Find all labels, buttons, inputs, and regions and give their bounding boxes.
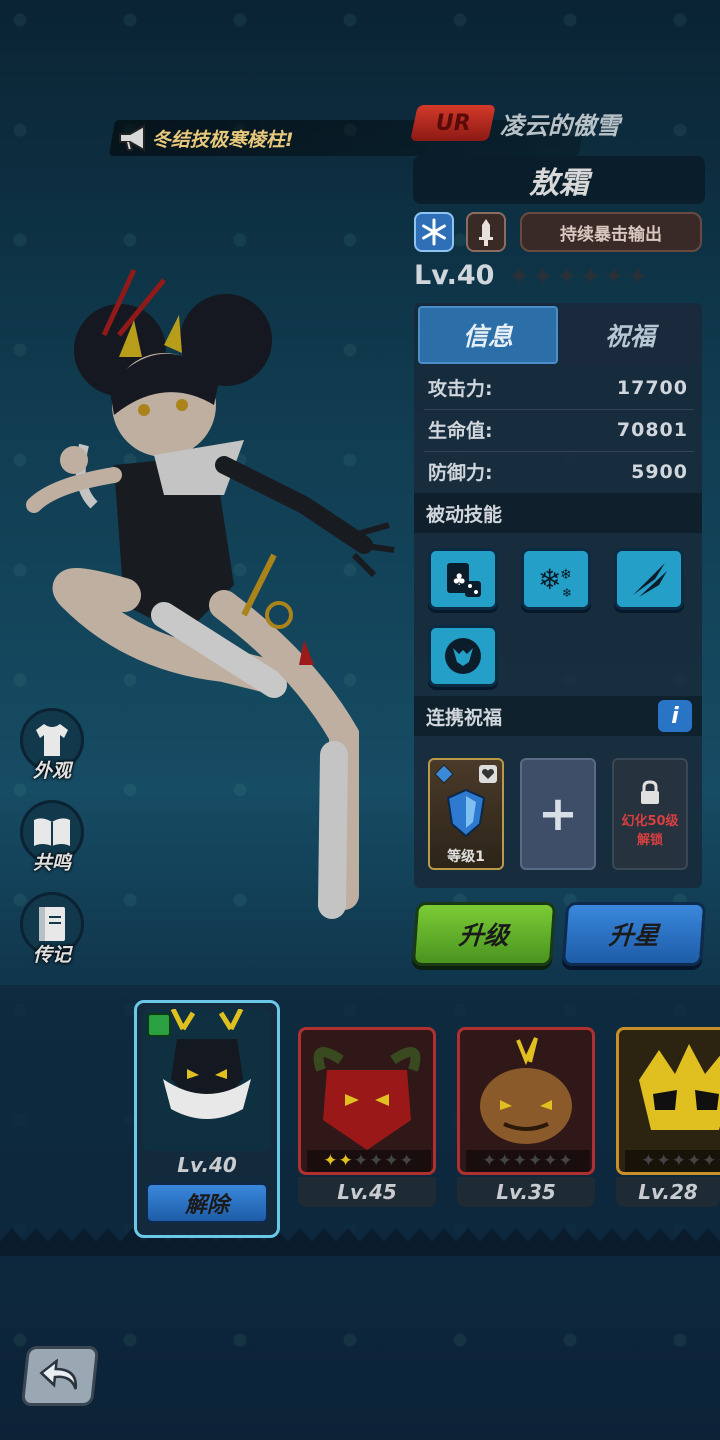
pet-level: Lv.35 — [457, 1177, 595, 1207]
card-dice-icon[interactable]: ♣ — [428, 548, 498, 610]
tab-bless[interactable]: 祝福 — [560, 306, 700, 364]
hero-name: 敖霜 — [529, 166, 589, 201]
pet-card[interactable]: ✦✦✦✦✦✦ Lv.35 — [457, 1027, 595, 1207]
stat-label: 攻击力: — [428, 378, 493, 400]
bless-slot-locked[interactable]: 幻化50级 解锁 — [612, 758, 688, 870]
rarity-badge: UR — [410, 105, 496, 141]
pet-portrait: ✦✦✦✦✦✦ — [457, 1027, 595, 1175]
stat-row-attack: 攻击力: 17700 — [414, 367, 702, 408]
bless-slot-add[interactable]: + — [520, 758, 596, 870]
heart-badge-icon — [479, 765, 497, 783]
book-icon — [34, 818, 70, 846]
pet-card[interactable]: ✦✦✦✦✦✦ Lv.28 — [616, 1027, 720, 1207]
svg-text:❄: ❄ — [538, 563, 561, 596]
unlock-label: 解锁 — [636, 833, 663, 848]
pet-star-rating: ✦✦✦✦✦✦ — [466, 1150, 590, 1172]
snowflakes-icon[interactable]: ❄ ❄ ❄ — [521, 548, 591, 610]
role-tag[interactable]: 持续暴击输出 — [520, 212, 702, 252]
resonance-label: 共鸣 — [32, 852, 71, 874]
back-button[interactable] — [20, 1346, 100, 1406]
info-icon[interactable]: i — [658, 700, 692, 732]
stat-value: 5900 — [631, 460, 688, 483]
snowflake-icon[interactable] — [414, 212, 454, 252]
svg-text:❄: ❄ — [562, 586, 572, 600]
stat-label: 防御力: — [428, 462, 493, 484]
biography-button[interactable]: 传记 — [18, 892, 86, 967]
pet-star-rating: ✦✦✦✦✦✦ — [307, 1150, 431, 1172]
biography-label: 传记 — [32, 944, 71, 966]
rarity-label: UR — [435, 110, 471, 136]
dragon-emblem-icon[interactable] — [428, 625, 498, 687]
shirt-icon — [36, 724, 68, 756]
upstar-button[interactable]: 升星 — [561, 902, 707, 966]
pet-card[interactable]: ✦✦✦✦✦✦ Lv.45 — [298, 1027, 436, 1207]
pet-level: Lv.28 — [616, 1177, 720, 1207]
megaphone-icon — [119, 124, 145, 152]
pet-portrait: ✦✦✦✦✦✦ — [298, 1027, 436, 1175]
stat-label: 生命值: — [428, 420, 493, 442]
pet-portrait: ✦✦✦✦✦✦ — [616, 1027, 720, 1175]
hero-name-box: 敖霜 — [413, 156, 705, 204]
svg-text:♣: ♣ — [452, 570, 466, 589]
pet-level: Lv.40 — [177, 1153, 237, 1177]
pet-level: Lv.45 — [298, 1177, 436, 1207]
bless-slot-equipped[interactable]: 等级1 — [428, 758, 504, 870]
passive-skills-header: 被动技能 — [414, 493, 702, 533]
back-arrow-icon — [39, 1359, 78, 1390]
resonance-button[interactable]: 共鸣 — [18, 800, 86, 875]
bless-slot-level: 等级1 — [447, 849, 485, 865]
appearance-label: 外观 — [32, 760, 71, 782]
remove-button[interactable]: 解除 — [146, 1183, 268, 1223]
strip-border — [0, 1228, 720, 1256]
stat-row-hp: 生命值: 70801 — [414, 409, 702, 450]
svg-text:❄: ❄ — [560, 567, 572, 583]
info-panel: 信息 祝福 攻击力: 17700 生命值: 70801 防御力: 5900 被动… — [414, 303, 702, 888]
claw-slash-icon[interactable] — [614, 548, 684, 610]
pet-portrait: ✦✦✦✦✦✦ — [143, 1009, 271, 1151]
tab-info[interactable]: 信息 — [418, 306, 558, 364]
diamond-icon — [434, 764, 454, 784]
hero-level: Lv.40 — [414, 260, 495, 291]
stat-row-defense: 防御力: 5900 — [414, 451, 702, 492]
stat-value: 17700 — [616, 376, 688, 399]
announcement-text: 冬结技极寒棱柱! — [152, 128, 294, 151]
sword-icon[interactable] — [466, 212, 506, 252]
appearance-button[interactable]: 外观 — [18, 708, 86, 783]
journal-icon — [39, 907, 65, 941]
unlock-requirement: 幻化50级 — [621, 814, 679, 829]
link-bless-title: 连携祝福 — [426, 706, 503, 729]
lock-icon — [641, 780, 659, 804]
link-bless-header: 连携祝福 i — [414, 696, 702, 736]
hero-subtitle: 凌云的傲雪 — [500, 112, 620, 140]
upgrade-button[interactable]: 升级 — [411, 902, 557, 966]
hero-star-rating: ✦✦✦✦✦✦ — [508, 262, 651, 292]
stat-value: 70801 — [616, 418, 688, 441]
shield-icon — [446, 788, 486, 838]
pet-type-icon — [147, 1013, 171, 1037]
pet-star-rating: ✦✦✦✦✦✦ — [625, 1150, 720, 1172]
